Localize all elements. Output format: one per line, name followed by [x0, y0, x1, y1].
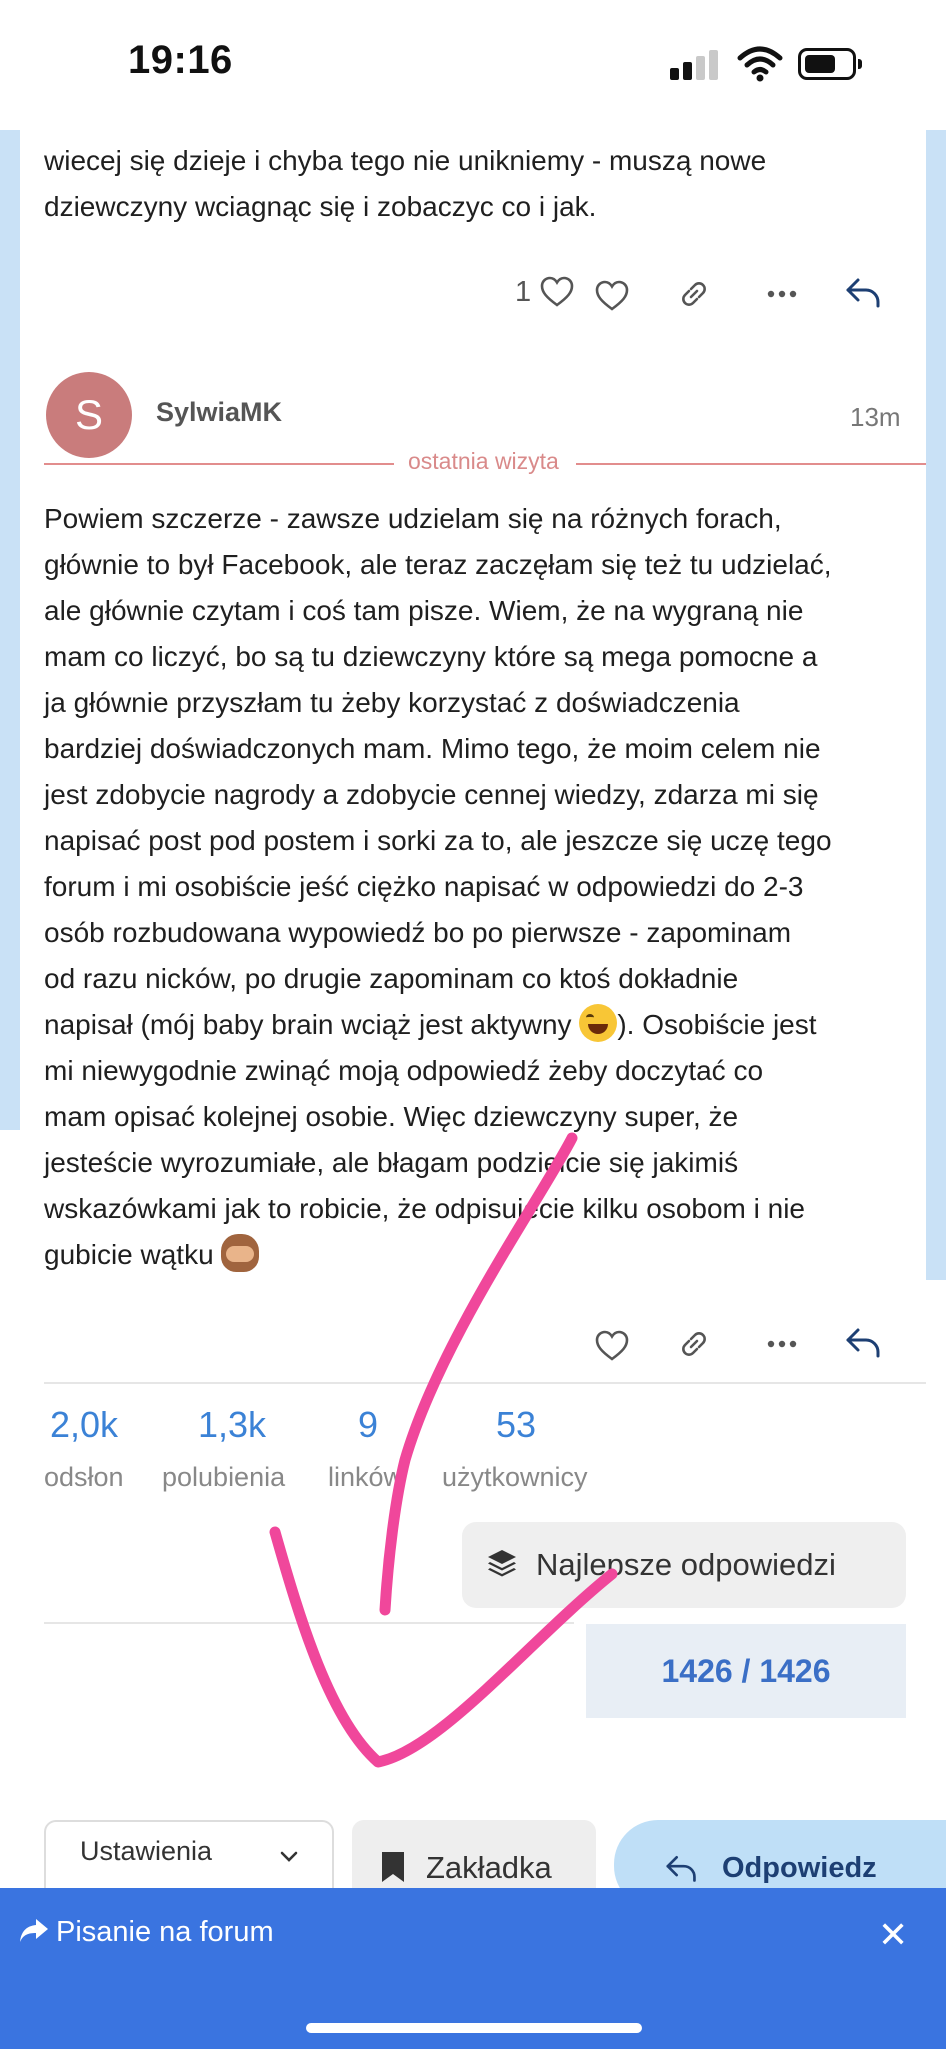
post-line-part: napisał (mój baby brain wciąż jest aktyw…	[44, 1009, 580, 1040]
post-line: mam co liczyć, bo są tu dziewczyny które…	[44, 641, 818, 672]
previous-post-line: dziewczyny wciagnąc się i zobaczyc co i …	[44, 191, 597, 222]
chevron-down-icon	[280, 1850, 298, 1868]
share-arrow-icon	[18, 1916, 50, 1951]
post-line: forum i mi osobiście jeść ciężko napisać…	[44, 871, 804, 902]
reply-icon[interactable]	[844, 274, 884, 310]
post-line: wskazówkami jak to robicie, że odpisujec…	[44, 1193, 806, 1224]
side-band-right	[926, 130, 946, 1280]
best-answers-button[interactable]: Najlepsze odpowiedzi	[462, 1522, 906, 1608]
stat-likes-label: polubienia	[162, 1462, 286, 1492]
more-icon[interactable]	[764, 1326, 800, 1362]
like-count: 1	[515, 276, 532, 308]
post-line: bardziej doświadczonych mam. Mimo tego, …	[44, 733, 821, 764]
post-line: jest zdobycie nagrody a zdobycie cennej …	[44, 779, 819, 810]
post-line: ale głównie czytam i coś tam pisze. Wiem…	[44, 595, 804, 626]
previous-post-line: wiecej się dzieje i chyba tego nie unikn…	[44, 145, 767, 176]
post-author[interactable]: SylwiaMK	[156, 397, 282, 428]
heart-icon[interactable]	[595, 1330, 629, 1362]
heart-icon[interactable]	[540, 276, 574, 308]
previous-post-text: wiecej się dzieje i chyba tego nie unikn…	[44, 138, 766, 230]
reply-label: Odpowiedz	[722, 1852, 877, 1884]
last-visit-label: ostatnia wizyta	[408, 448, 559, 474]
post-line: Powiem szczerze - zawsze udzielam się na…	[44, 503, 782, 534]
last-visit-divider-right	[576, 463, 926, 465]
post-line-part: ). Osobiście jest	[617, 1009, 817, 1040]
post-line: mam opisać kolejnej osobie. Więc dziewcz…	[44, 1101, 739, 1132]
stat-views-label: odsłon	[44, 1462, 124, 1492]
best-answers-label: Najlepsze odpowiedzi	[536, 1547, 836, 1582]
settings-label: Ustawienia	[80, 1836, 213, 1866]
stat-users-value: 53	[496, 1404, 537, 1445]
side-band-left	[0, 130, 20, 1130]
post-line: gubicie wątku	[44, 1232, 832, 1278]
stat-likes-value: 1,3k	[198, 1404, 267, 1445]
reply-icon	[664, 1852, 700, 1889]
stat-links-value: 9	[358, 1404, 379, 1445]
link-icon[interactable]	[676, 276, 712, 312]
topic-progress[interactable]: 1426 / 1426	[586, 1624, 906, 1718]
stats-divider	[44, 1382, 926, 1384]
signal-icon	[670, 50, 720, 80]
post-line: mi niewygodnie zwinąć moją odpowiedź żeb…	[44, 1055, 764, 1086]
writing-on-forum-label[interactable]: Pisanie na forum	[56, 1916, 274, 1949]
post-line-part: gubicie wątku	[44, 1239, 222, 1270]
stat-views-value: 2,0k	[50, 1404, 119, 1445]
status-bar: 19:16	[0, 0, 946, 130]
progress-divider	[44, 1622, 574, 1624]
avatar[interactable]: S	[46, 372, 132, 458]
wifi-icon	[736, 44, 784, 82]
bookmark-icon	[380, 1850, 406, 1889]
stat-users-label: użytkownicy	[442, 1462, 588, 1492]
post-time: 13m	[850, 402, 901, 432]
reply-icon[interactable]	[844, 1324, 884, 1360]
post-line: osób rozbudowana wypowiedź bo po pierwsz…	[44, 917, 792, 948]
link-icon[interactable]	[676, 1326, 712, 1362]
more-icon[interactable]	[764, 276, 800, 312]
home-indicator	[306, 2023, 642, 2033]
close-icon[interactable]: ✕	[878, 1914, 908, 1956]
post-line: napisać post pod postem i sorki za to, a…	[44, 825, 832, 856]
last-visit-divider-left	[44, 463, 394, 465]
see-no-evil-monkey-emoji-icon	[221, 1234, 260, 1272]
post-line: napisał (mój baby brain wciąż jest aktyw…	[44, 1002, 832, 1048]
heart-icon[interactable]	[595, 280, 629, 312]
bookmark-label: Zakładka	[426, 1850, 552, 1885]
layers-icon	[486, 1548, 518, 1583]
post-line: ja głównie przyszłam tu żeby korzystać z…	[44, 687, 740, 718]
post-line: jesteście wyrozumiałe, ale błagam podzie…	[44, 1147, 739, 1178]
post-line: od razu nicków, po drugie zapominam co k…	[44, 963, 739, 994]
status-time: 19:16	[128, 38, 233, 82]
stat-links-label: linków	[328, 1462, 404, 1492]
post-body: Powiem szczerze - zawsze udzielam się na…	[44, 496, 832, 1278]
laughing-emoji-icon	[579, 1004, 618, 1042]
post-line: głównie to był Facebook, ale teraz zaczę…	[44, 549, 832, 580]
battery-icon	[798, 48, 862, 80]
